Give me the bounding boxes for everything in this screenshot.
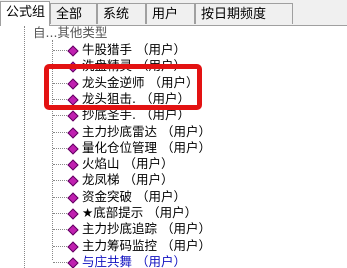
tree-connector-line: [53, 213, 67, 214]
tree-connector-line: [24, 26, 25, 268]
tab-system[interactable]: 系统: [97, 3, 146, 24]
tree-connector-line: [53, 229, 67, 230]
tree-connector-line: [53, 115, 67, 116]
tree-item[interactable]: ★底部提示 （用户）: [82, 205, 197, 221]
tree-item[interactable]: 主力筹码监控 （用户）: [82, 238, 211, 254]
formula-icon: [67, 143, 79, 155]
formula-icon: [67, 257, 79, 268]
tree-item[interactable]: 主力抄底雷达 （用户）: [82, 124, 211, 140]
tree-connector-line: [53, 197, 67, 198]
formula-icon: [67, 159, 79, 171]
formula-tree: 自...其他类型 牛股猎手 （用户） 洗盘精灵 （用户） 龙头金逆师 （用户） 龙头狙…: [0, 26, 347, 268]
tab-bar: 公式组 全部 系统 用户 按日期频度: [0, 0, 347, 26]
formula-icon: [67, 127, 79, 139]
tree-item[interactable]: 主力抄底追踪 （用户）: [82, 221, 211, 237]
tree-connector-line: [53, 148, 67, 149]
tree-connector-line: [53, 132, 67, 133]
formula-icon: [67, 110, 79, 122]
formula-icon: [67, 45, 79, 57]
tree-connector-line: [53, 50, 67, 51]
tree-connector-line: [53, 180, 67, 181]
tree-item[interactable]: 量化仓位管理 （用户）: [82, 140, 211, 156]
tab-formula-group[interactable]: 公式组: [0, 1, 50, 26]
formula-icon: [67, 241, 79, 253]
formula-icon: [67, 175, 79, 187]
formula-icon: [67, 208, 79, 220]
tree-item[interactable]: 与庄共舞 （用户）: [82, 254, 186, 268]
formula-icon: [67, 224, 79, 236]
tree-item[interactable]: 龙凤梯 （用户）: [82, 172, 173, 188]
tree-connector-line: [53, 246, 67, 247]
tree-item[interactable]: 火焰山 （用户）: [82, 156, 173, 172]
tab-user[interactable]: 用户: [146, 3, 195, 24]
tree-parent-node[interactable]: 自...其他类型: [33, 26, 107, 40]
formula-icon: [67, 192, 79, 204]
tree-item[interactable]: 资金突破 （用户）: [82, 189, 186, 205]
tree-connector-line: [53, 164, 67, 165]
red-highlight-box: [44, 64, 202, 110]
tab-by-date-frequency[interactable]: 按日期频度: [195, 3, 293, 24]
tree-connector-line: [53, 262, 67, 263]
tree-item[interactable]: 牛股猎手 （用户）: [82, 42, 186, 58]
tab-all[interactable]: 全部: [50, 3, 97, 24]
